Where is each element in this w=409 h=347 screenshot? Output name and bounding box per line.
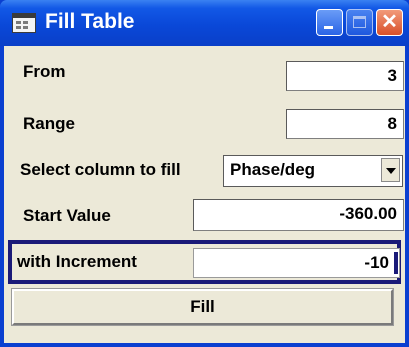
table-icon bbox=[12, 13, 36, 33]
increment-label: with Increment bbox=[17, 252, 137, 271]
window-title: Fill Table bbox=[45, 10, 135, 33]
increment-input[interactable]: -10 bbox=[193, 248, 400, 278]
title-bar[interactable]: Fill Table ✕ bbox=[0, 0, 409, 46]
column-select[interactable]: Phase/deg bbox=[223, 155, 403, 187]
close-button[interactable]: ✕ bbox=[376, 9, 403, 36]
maximize-button[interactable] bbox=[346, 9, 373, 36]
from-label: From bbox=[23, 62, 66, 81]
fill-table-window: Fill Table ✕ From 3 Range 8 Select colum… bbox=[0, 0, 409, 347]
minimize-icon bbox=[324, 26, 333, 29]
column-select-value: Phase/deg bbox=[230, 160, 316, 179]
minimize-button[interactable] bbox=[316, 9, 343, 36]
range-input[interactable]: 8 bbox=[286, 109, 404, 139]
close-icon: ✕ bbox=[381, 11, 398, 33]
chevron-down-icon bbox=[386, 168, 396, 174]
text-cursor bbox=[394, 252, 398, 274]
fill-button[interactable]: Fill bbox=[11, 288, 394, 326]
start-value-input[interactable]: -360.00 bbox=[193, 199, 404, 231]
column-label: Select column to fill bbox=[20, 160, 181, 179]
range-label: Range bbox=[23, 114, 75, 133]
dropdown-arrow-button[interactable] bbox=[381, 158, 400, 182]
from-input[interactable]: 3 bbox=[286, 61, 404, 91]
start-value-label: Start Value bbox=[23, 206, 111, 225]
maximize-icon bbox=[353, 16, 366, 28]
